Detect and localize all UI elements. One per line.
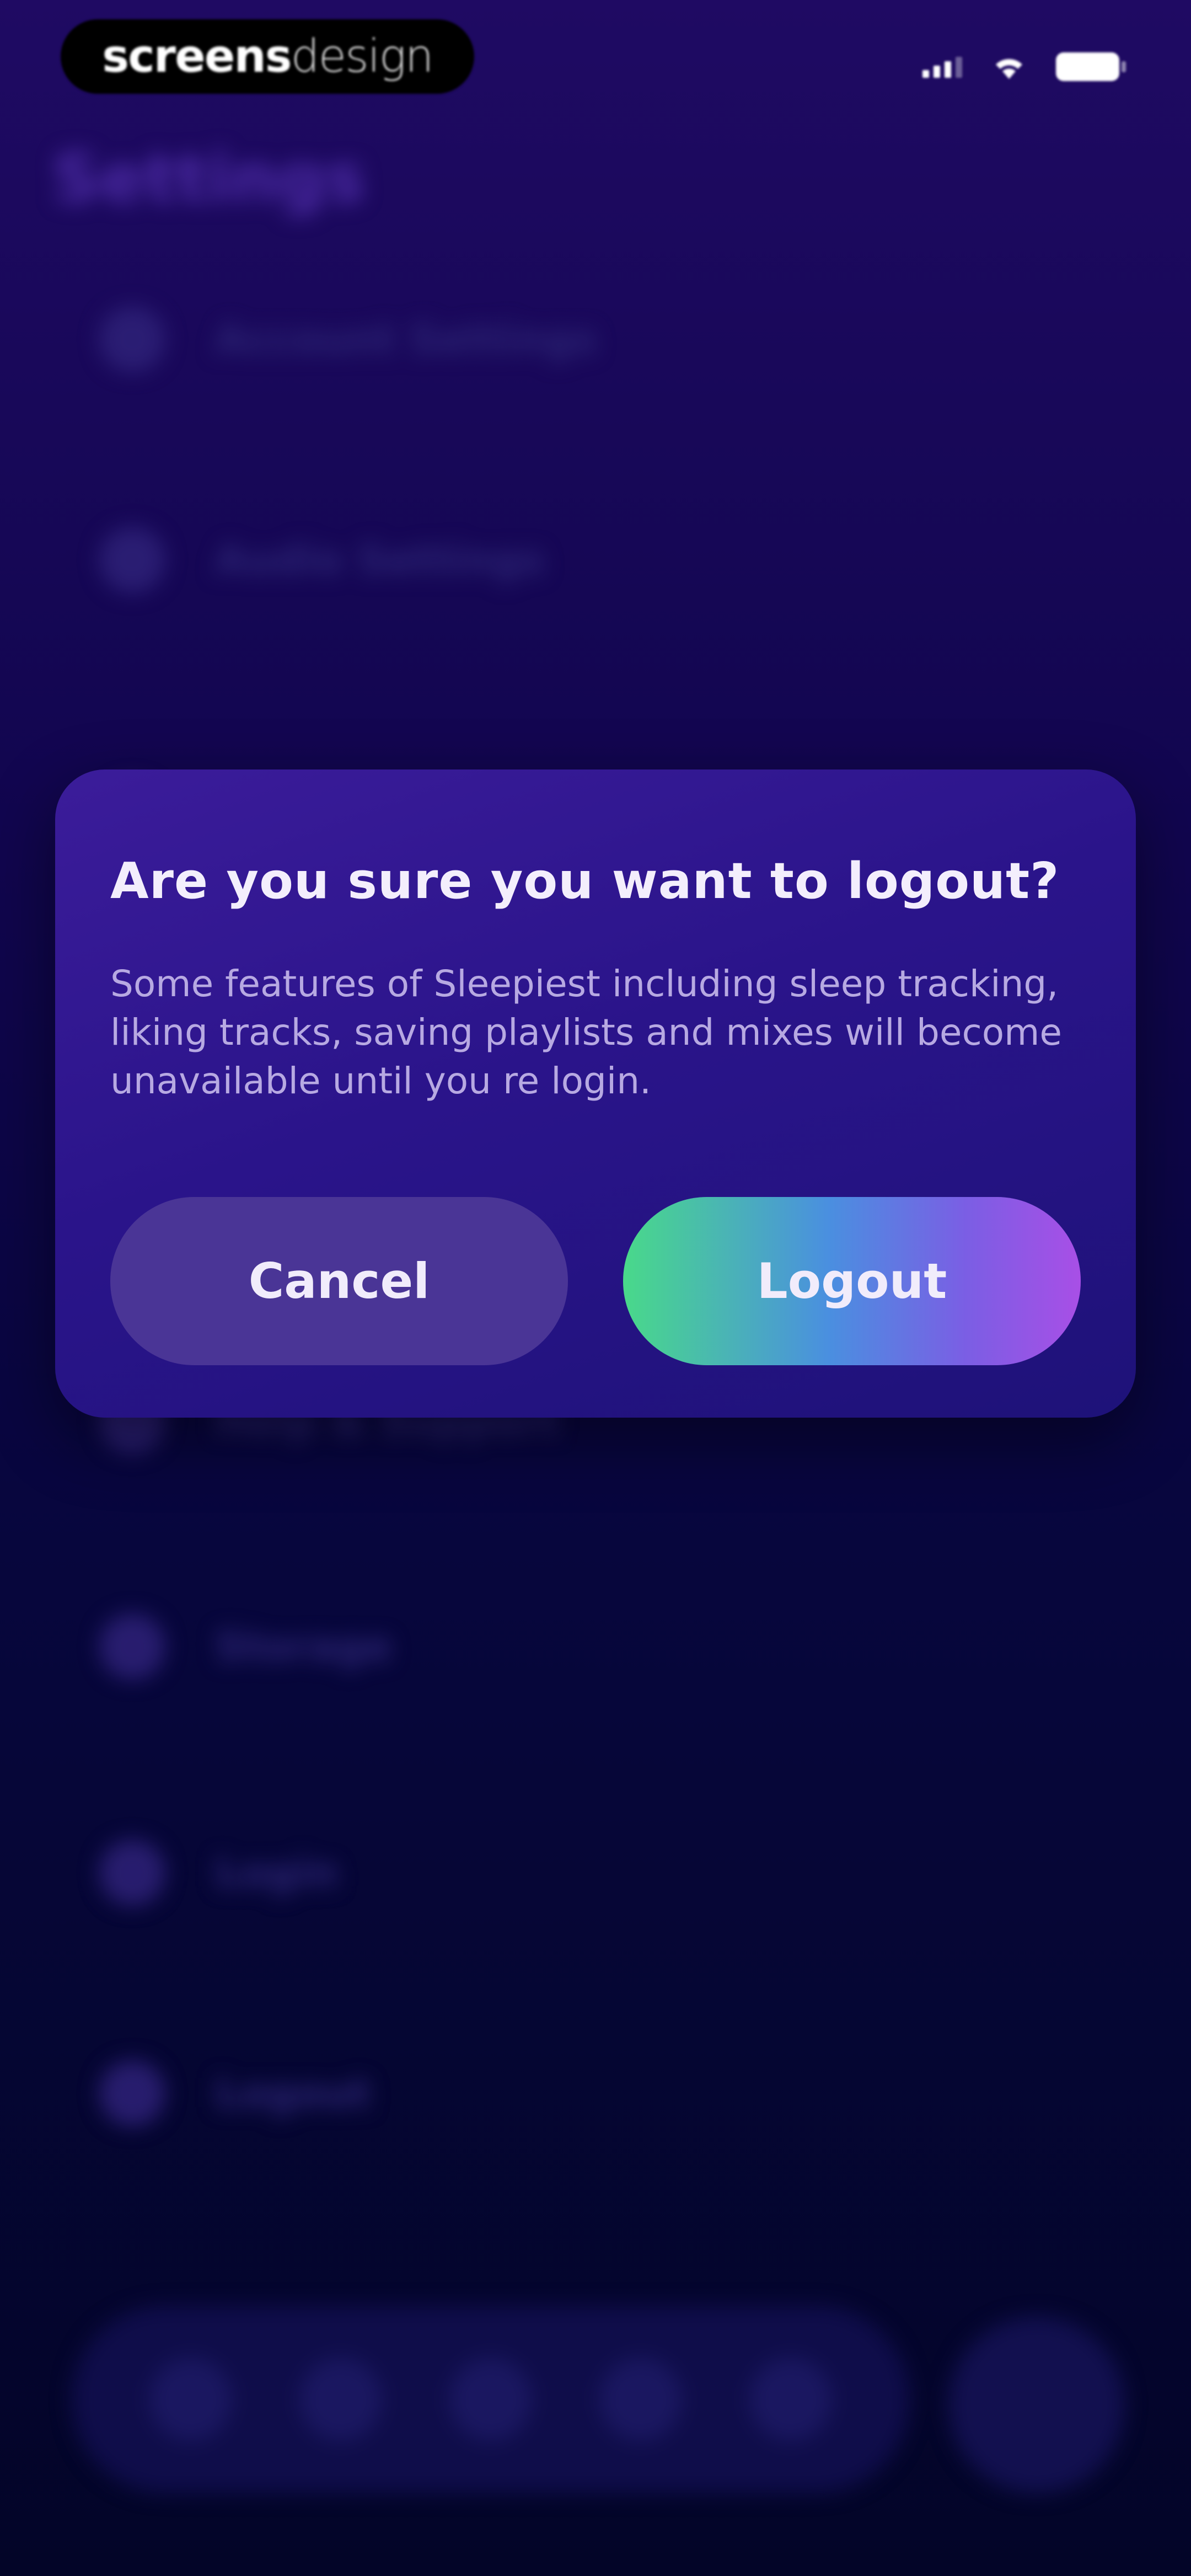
settings-item-label: Login [215, 1850, 338, 1896]
status-bar-icons [922, 52, 1126, 81]
floating-action-button [948, 2317, 1125, 2493]
dialog-title: Are you sure you want to logout? [110, 852, 1060, 910]
settings-item-storage: Storage [99, 1605, 391, 1688]
settings-item-audio: Audio Settings [99, 519, 545, 601]
settings-item-login: Login [99, 1831, 338, 1914]
key-icon [99, 1840, 165, 1906]
settings-item-logout: Logout [99, 2052, 371, 2135]
logout-confirmation-dialog: Are you sure you want to logout? Some fe… [55, 769, 1136, 1418]
wifi-icon [993, 55, 1026, 79]
tab-home-icon [149, 2358, 232, 2441]
storage-icon [99, 1613, 165, 1680]
logout-icon [99, 2060, 165, 2126]
bottom-tab-bar [72, 2306, 910, 2493]
settings-item-label: Account Settings [215, 316, 597, 362]
battery-icon [1056, 52, 1126, 81]
page-title: Settings [52, 141, 365, 217]
logout-button[interactable]: Logout [623, 1197, 1081, 1365]
settings-item-account: Account Settings [99, 298, 597, 381]
tab-stats-icon [599, 2358, 682, 2441]
settings-item-label: Logout [215, 2070, 371, 2117]
cancel-button[interactable]: Cancel [110, 1197, 568, 1365]
tab-sleep-icon [449, 2358, 532, 2441]
settings-item-label: Storage [215, 1623, 392, 1670]
tab-library-icon [299, 2358, 382, 2441]
cellular-signal-icon [922, 56, 962, 78]
dialog-actions: Cancel Logout [110, 1197, 1081, 1365]
settings-item-label: Audio Settings [215, 537, 545, 583]
tab-profile-icon [749, 2358, 832, 2441]
brand-logo: screensdesign [102, 30, 433, 83]
dialog-message: Some features of Sleepiest including sle… [110, 963, 1063, 1102]
person-icon [99, 306, 165, 372]
speaker-icon [99, 527, 165, 593]
brand-watermark: screensdesign [61, 19, 474, 94]
